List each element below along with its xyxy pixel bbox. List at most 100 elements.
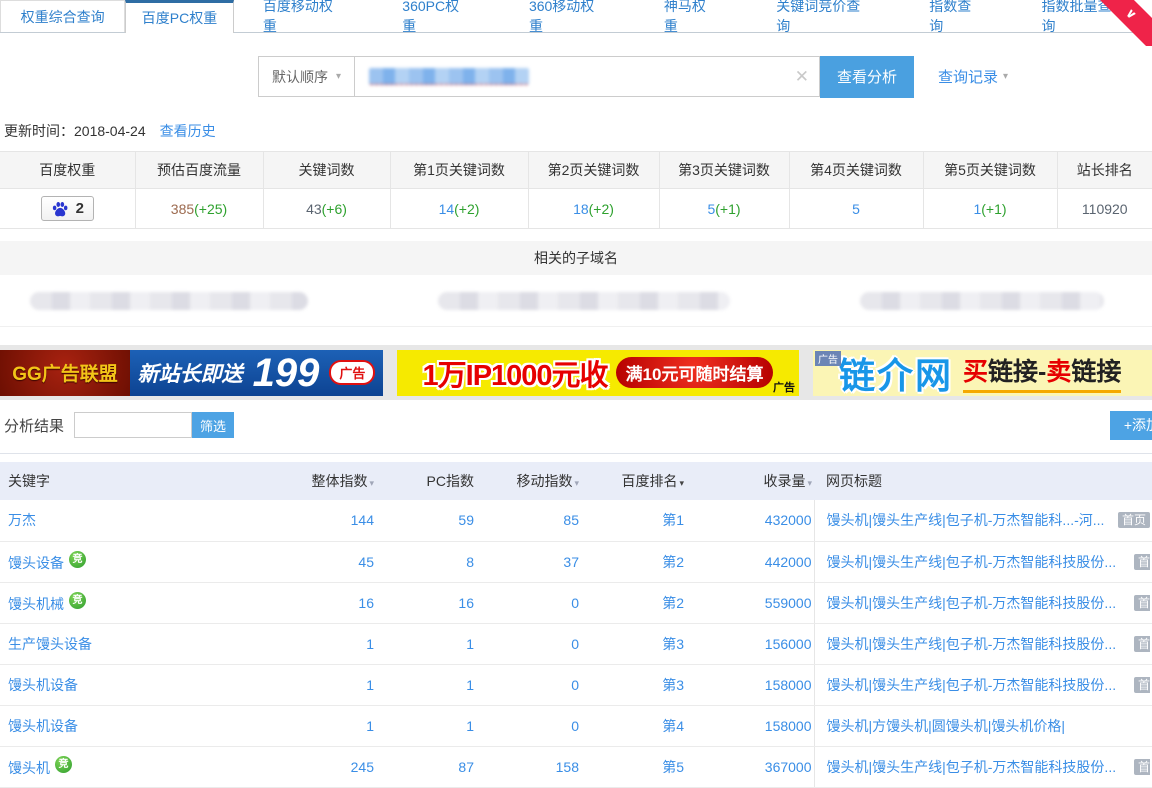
ad-banner-ip-buyback[interactable]: 1万IP1000元收 满10元可随时结算 广告 [397,350,799,396]
homepage-badge: 首页 [1134,759,1150,775]
tab-index-batch-query[interactable]: 指数批量查询 [1013,0,1152,32]
bidding-badge-icon: 竞 [55,756,72,773]
search-bar: 默认顺序 ▾ ✕ 查看分析 查询记录 ▾ [258,56,1152,97]
tab-shenma-weight[interactable]: 神马权重 [635,0,747,32]
page-title-link[interactable]: 馒头机|馒头生产线|包子机-万杰智能科技股份... [827,757,1117,777]
stats-header: 站长排名 [1057,152,1152,189]
sort-order-label: 默认顺序 [272,67,328,87]
keyword-table-header-row: 关键字 整体指数▾ PC指数 移动指数▾ 百度排名▾ 收录量▾ 网页标题 [0,462,1152,500]
col-header-page-title: 网页标题 [814,462,1152,500]
tab-keyword-bidding[interactable]: 关键词竞价查询 [747,0,900,32]
ad-brand-panel: GG广告联盟 [0,350,130,396]
table-row: 生产馒头设备 1 1 0 第3 156000 馒头机|馒头生产线|包子机-万杰智… [0,623,1152,664]
table-row: 馒头机竞 245 87 158 第5 367000 馒头机|馒头生产线|包子机-… [0,746,1152,787]
traffic-delta: (+25) [194,201,227,217]
page-title-link[interactable]: 馒头机|馒头生产线|包子机-万杰智能科技股份... [827,552,1117,572]
page-title-link[interactable]: 馒头机|馒头生产线|包子机-万杰智能科技股份... [827,634,1117,654]
keyword-link[interactable]: 生产馒头设备 [8,636,92,652]
subdomains-section: 相关的子域名 [0,241,1152,327]
keyword-link[interactable]: 馒头机械 [8,596,64,612]
page4-keywords[interactable]: 5 [852,201,860,217]
tab-index-query[interactable]: 指数查询 [900,0,1012,32]
stats-header-row: 百度权重 预估百度流量 关键词数 第1页关键词数 第2页关键词数 第3页关键词数… [0,152,1152,189]
sort-caret-icon: ▾ [679,478,684,488]
analysis-result-label: 分析结果 [4,415,64,436]
keyword-link[interactable]: 馒头机设备 [8,718,78,734]
tab-baidu-mobile-weight[interactable]: 百度移动权重 [234,0,373,32]
col-header-mobile-index[interactable]: 移动指数▾ [476,462,581,500]
view-history-link[interactable]: 查看历史 [160,121,216,141]
table-row: 馒头机械竞 16 16 0 第2 559000 馒头机|馒头生产线|包子机-万杰… [0,582,1152,623]
webmaster-rank: 110920 [1082,201,1128,217]
col-header-collected[interactable]: 收录量▾ [686,462,814,500]
ad-tag: 广告 [815,351,841,366]
ad-brand-text: GG广告联盟 [12,359,118,386]
ad-offer-text: 新站长即送 [138,358,243,388]
ad-offer-panel: 新站长即送 199 广告 [130,350,383,396]
keyword-table: 关键字 整体指数▾ PC指数 移动指数▾ 百度排名▾ 收录量▾ 网页标题 万杰 … [0,462,1152,788]
keyword-link[interactable]: 馒头机 [8,760,50,776]
ad-pill-text: 满10元可随时结算 [616,357,774,388]
clear-input-icon[interactable]: ✕ [795,67,809,87]
add-button[interactable]: +添加 [1110,411,1152,440]
homepage-badge: 首页 [1134,636,1150,652]
stats-header: 第2页关键词数 [528,152,659,189]
redacted-query-text [369,68,529,85]
page2-keywords[interactable]: 18 [573,201,589,217]
page1-keywords[interactable]: 14 [439,201,455,217]
tab-weight-overview[interactable]: 权重综合查询 [0,0,125,32]
page-title-link[interactable]: 馒头机|馒头生产线|包子机-万杰智能科...-河... [827,510,1105,530]
ad-links-text: 买链接-卖链接 [963,352,1121,393]
stats-header: 预估百度流量 [135,152,263,189]
sort-order-select[interactable]: 默认顺序 ▾ [258,56,355,97]
ad-banner-link-market[interactable]: 广告 链介网 买链接-卖链接 [813,350,1152,396]
subdomains-list [0,275,1152,327]
tab-label: 百度PC权重 [142,8,217,28]
redacted-subdomain-link[interactable] [860,292,1104,310]
redacted-subdomain-link[interactable] [30,292,308,310]
tab-baidu-pc-weight[interactable]: 百度PC权重 [125,0,234,33]
filter-input[interactable] [74,412,192,438]
stats-value-row: 2 385(+25) 43(+6) 14(+2) 18(+2) 5(+1) 5 … [0,189,1152,229]
col-header-baidu-rank[interactable]: 百度排名▾ [581,462,686,500]
query-input[interactable]: ✕ [355,56,820,97]
tab-360-mobile-weight[interactable]: 360移动权重 [500,0,635,32]
redacted-subdomain-link[interactable] [438,292,730,310]
sort-caret-icon: ▾ [574,478,579,488]
ad-brand-text: 链介网 [839,350,953,396]
tab-360-pc-weight[interactable]: 360PC权重 [373,0,500,32]
homepage-badge: 首页 [1134,554,1150,570]
table-row: 馒头机设备 1 1 0 第4 158000 馒头机|方馒头机|圆馒头机|馒头机价… [0,705,1152,746]
ad-main-text: 1万IP1000元收 [423,352,608,394]
weight-stats-table: 百度权重 预估百度流量 关键词数 第1页关键词数 第2页关键词数 第3页关键词数… [0,151,1152,229]
keyword-count: 43 [306,201,322,217]
analysis-filter-row: 分析结果 筛选 +添加 [0,410,1152,440]
update-time-label: 更新时间：2018-04-24 [4,121,146,141]
baidu-weight-badge[interactable]: 2 [41,196,94,221]
keyword-link[interactable]: 万杰 [8,512,36,528]
page-title-link[interactable]: 馒头机|方馒头机|圆馒头机|馒头机价格| [827,716,1066,736]
homepage-badge: 首页 [1134,677,1150,693]
table-row: 馒头机设备 1 1 0 第3 158000 馒头机|馒头生产线|包子机-万杰智能… [0,664,1152,705]
filter-button[interactable]: 筛选 [192,412,234,438]
page-title-link[interactable]: 馒头机|馒头生产线|包子机-万杰智能科技股份... [827,593,1117,613]
table-row: 馒头设备竞 45 8 37 第2 442000 馒头机|馒头生产线|包子机-万杰… [0,541,1152,582]
chevron-down-icon: ▾ [1003,71,1008,82]
bidding-badge-icon: 竞 [69,592,86,609]
query-records-link[interactable]: 查询记录 ▾ [938,66,1008,87]
analyze-button[interactable]: 查看分析 [820,56,914,98]
sort-caret-icon: ▾ [807,478,812,488]
table-row: 万杰 144 59 85 第1 432000 馒头机|馒头生产线|包子机-万杰智… [0,500,1152,541]
ad-tag: 广告 [329,360,375,385]
update-time-row: 更新时间：2018-04-24 查看历史 [4,121,1152,141]
tab-label: 权重综合查询 [21,7,105,27]
keyword-count-delta: (+6) [322,201,347,217]
stats-header: 第4页关键词数 [789,152,923,189]
page-title-link[interactable]: 馒头机|馒头生产线|包子机-万杰智能科技股份... [827,675,1117,695]
stats-header: 第1页关键词数 [390,152,528,189]
col-header-overall-index[interactable]: 整体指数▾ [300,462,376,500]
keyword-link[interactable]: 馒头机设备 [8,677,78,693]
keyword-link[interactable]: 馒头设备 [8,555,64,571]
ad-banner-gg-alliance[interactable]: GG广告联盟 新站长即送 199 广告 [0,350,383,396]
sort-caret-icon: ▾ [369,478,374,488]
